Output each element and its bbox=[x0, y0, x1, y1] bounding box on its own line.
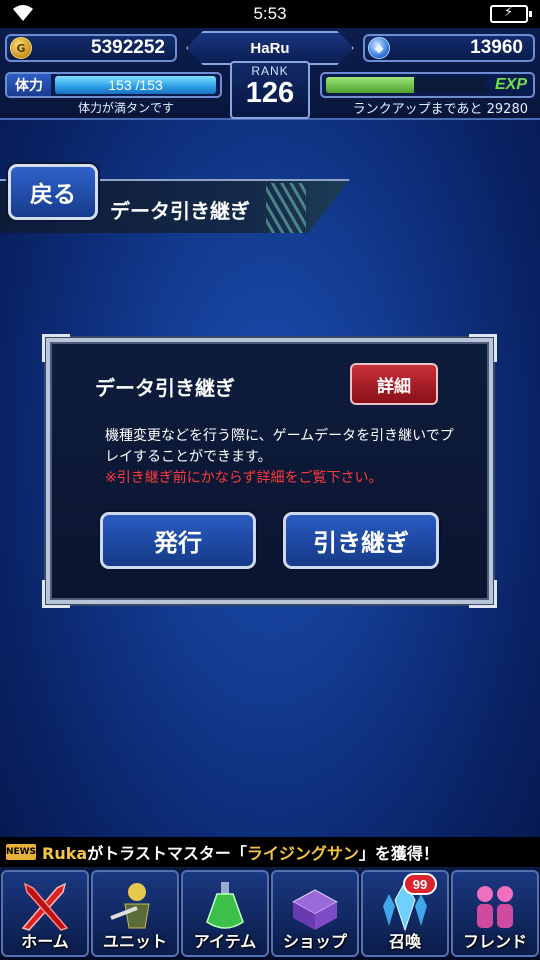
nav-shop[interactable]: ショップ bbox=[271, 870, 359, 957]
stamina-status: 体力が満タンです bbox=[78, 101, 175, 115]
exp-bar bbox=[326, 77, 486, 93]
chest-icon bbox=[291, 889, 339, 930]
lapis-value: 13960 bbox=[470, 37, 523, 58]
transfer-label: 引き継ぎ bbox=[313, 529, 409, 557]
data-transfer-dialog: データ引き継ぎ 詳細 機種変更などを行う際に、ゲームデータを引き継いでプレイする… bbox=[42, 334, 497, 608]
banner-stripes bbox=[266, 183, 306, 233]
player-header: G 5392252 HaRu ◆ 13960 体力 153 /153 体力が満タ… bbox=[0, 28, 540, 120]
news-highlight: ライジングサン bbox=[246, 844, 359, 863]
battery-icon: ⚡ bbox=[490, 5, 532, 23]
exp-label: EXP bbox=[494, 76, 527, 93]
issue-code-label: 発行 bbox=[154, 529, 202, 557]
nav-friends-label: フレンド bbox=[462, 932, 527, 951]
clock: 5:53 bbox=[253, 4, 287, 23]
issue-code-button[interactable]: 発行 bbox=[100, 512, 256, 569]
warrior-icon bbox=[110, 883, 150, 929]
summon-count-badge: 99 bbox=[403, 873, 437, 895]
game-screen: G 5392252 HaRu ◆ 13960 体力 153 /153 体力が満タ… bbox=[0, 28, 540, 960]
frame-corner bbox=[42, 334, 70, 362]
exp-gauge: EXP bbox=[320, 72, 535, 98]
wifi-icon bbox=[13, 5, 33, 21]
exp-remaining: ランクアップまであと 29280 bbox=[352, 102, 528, 117]
status-bar: 5:53 ⚡ bbox=[0, 0, 540, 28]
stamina-gauge: 体力 153 /153 bbox=[5, 72, 222, 98]
nav-summon-label: 召喚 bbox=[388, 932, 421, 951]
screen-title: データ引き継ぎ bbox=[110, 199, 250, 223]
exp-bar-fill bbox=[326, 77, 414, 93]
dialog-description: 機種変更などを行う際に、ゲームデータを引き継いでプレイすることができます。 bbox=[105, 428, 454, 465]
stamina-value: 153 /153 bbox=[108, 77, 163, 93]
stamina-label: 体力 bbox=[7, 74, 51, 96]
nav-home-label: ホーム bbox=[21, 932, 69, 951]
details-button[interactable]: 詳細 bbox=[350, 363, 438, 405]
news-text-after: 」を獲得！ bbox=[358, 844, 439, 863]
bottom-nav: ホーム ユニット アイテム ショップ 99 召喚 フレンド bbox=[0, 867, 540, 960]
frame-corner bbox=[469, 334, 497, 362]
potion-icon bbox=[206, 882, 244, 929]
lapis-counter: ◆ 13960 bbox=[363, 34, 535, 62]
rank-value: 126 bbox=[245, 77, 295, 109]
gil-coin-icon: G bbox=[10, 37, 32, 59]
news-badge: NEWS bbox=[6, 844, 36, 860]
news-player-name: Ruka bbox=[42, 844, 88, 863]
dialog-warning: ※引き継ぎ前にかならず詳細をご覧下さい。 bbox=[105, 470, 383, 486]
frame-corner bbox=[469, 580, 497, 608]
stamina-bar: 153 /153 bbox=[55, 76, 216, 94]
back-button[interactable]: 戻る bbox=[8, 164, 98, 220]
back-button-label: 戻る bbox=[30, 182, 76, 208]
lapis-gem-icon: ◆ bbox=[368, 37, 390, 59]
nav-home[interactable]: ホーム bbox=[1, 870, 89, 957]
nav-friends[interactable]: フレンド bbox=[451, 870, 539, 957]
player-name-plate[interactable]: HaRu bbox=[186, 31, 354, 65]
nav-shop-label: ショップ bbox=[282, 932, 347, 951]
rank-box: RANK 126 bbox=[230, 61, 310, 119]
gil-value: 5392252 bbox=[91, 37, 165, 58]
nav-units[interactable]: ユニット bbox=[91, 870, 179, 957]
news-ticker[interactable]: NEWS Rukaがトラストマスター「ライジングサン」を獲得！ bbox=[0, 837, 540, 867]
nav-summon[interactable]: 99 召喚 bbox=[361, 870, 449, 957]
gil-counter: G 5392252 bbox=[5, 34, 177, 62]
details-button-label: 詳細 bbox=[377, 376, 411, 397]
player-name: HaRu bbox=[250, 39, 290, 57]
friends-icon bbox=[477, 886, 513, 928]
nav-items-label: アイテム bbox=[193, 932, 257, 951]
dialog-title: データ引き継ぎ bbox=[95, 376, 235, 400]
nav-units-label: ユニット bbox=[102, 932, 167, 951]
rank-label: RANK bbox=[251, 64, 289, 78]
news-text-before: がトラストマスター「 bbox=[87, 844, 247, 863]
news-message: Rukaがトラストマスター「ライジングサン」を獲得！ bbox=[42, 840, 439, 864]
nav-items[interactable]: アイテム bbox=[181, 870, 269, 957]
transfer-button[interactable]: 引き継ぎ bbox=[283, 512, 439, 569]
frame-corner bbox=[42, 580, 70, 608]
sword-icon bbox=[21, 882, 69, 931]
